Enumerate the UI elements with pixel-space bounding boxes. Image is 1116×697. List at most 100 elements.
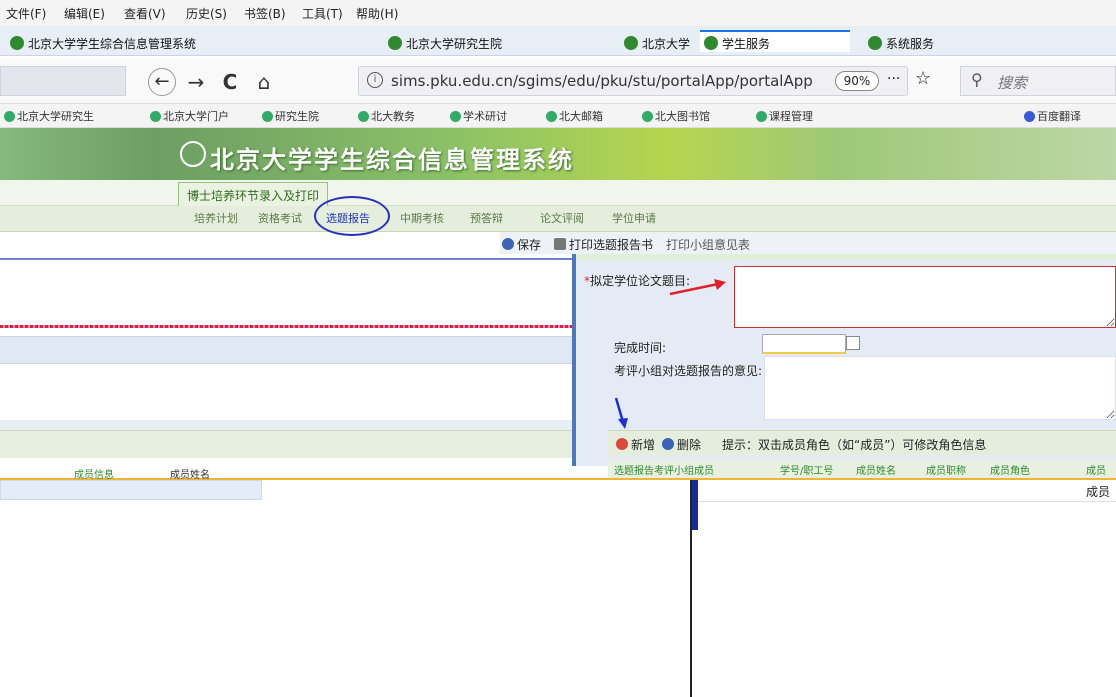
annotation-arrow-icon xyxy=(614,397,628,429)
menu-history[interactable]: 历史(S) xyxy=(186,5,227,22)
menu-view[interactable]: 查看(V) xyxy=(124,5,166,22)
menu-file[interactable]: 文件(F) xyxy=(6,5,46,22)
thesis-title-field[interactable] xyxy=(734,266,1116,328)
bookmark[interactable]: 北大教务 xyxy=(358,108,415,124)
column-header[interactable]: 成员角色 xyxy=(990,462,1030,477)
tab-5[interactable]: 系统服务 xyxy=(864,32,1064,54)
tab-4[interactable]: 学生服务 xyxy=(700,30,850,52)
table-row[interactable] xyxy=(0,480,262,500)
section-band xyxy=(0,336,608,364)
tab-label: 北京大学 xyxy=(642,37,691,51)
tab-label: 系统服务 xyxy=(886,37,935,51)
column-header[interactable]: 选题报告考评小组成员 xyxy=(614,462,714,477)
remove-icon xyxy=(662,438,674,450)
tab-label: 学生服务 xyxy=(722,37,771,51)
app-title: 北京大学学生综合信息管理系统 xyxy=(210,145,574,174)
app-banner: 北京大学学生综合信息管理系统 xyxy=(0,128,1116,180)
star-icon[interactable]: ☆ xyxy=(915,68,931,89)
site-icon xyxy=(704,36,718,50)
menu-edit[interactable]: 编辑(E) xyxy=(64,5,105,22)
search-icon: ⚲ xyxy=(971,70,983,89)
opinion-label: 考评小组对选题报告的意见: xyxy=(614,364,763,378)
print-opinion-button[interactable]: 打印小组意见表 xyxy=(666,236,750,253)
bookmark[interactable]: 北京大学门户 xyxy=(150,108,229,124)
opinion-field[interactable] xyxy=(764,356,1116,420)
add-member-button[interactable]: 新增 xyxy=(616,436,655,453)
module-bar: 博士培养环节录入及打印 xyxy=(0,180,1116,206)
column-header[interactable]: 成员信息 xyxy=(74,466,114,481)
subtab-predefense[interactable]: 预答辩 xyxy=(470,210,503,226)
site-icon xyxy=(624,36,638,50)
column-header[interactable]: 成员 xyxy=(1086,462,1106,477)
tab-label: 北京大学研究生院 xyxy=(406,37,503,51)
back-button[interactable]: ← xyxy=(148,68,176,96)
annotation-circle xyxy=(314,196,390,236)
column-header[interactable]: 成员姓名 xyxy=(856,462,896,477)
menu-bar: 文件(F) 编辑(E) 查看(V) 历史(S) 书签(B) 工具(T) 帮助(H… xyxy=(0,0,1116,26)
tab-bar: 北京大学学生综合信息管理系统 北京大学研究生院 北京大学 学生服务 系统服务 xyxy=(0,26,1116,56)
bookmark[interactable]: 研究生院 xyxy=(262,108,319,124)
subtab-bar: 培养计划 资格考试 选题报告 中期考核 预答辩 论文评阅 学位申请 xyxy=(0,196,1116,236)
print-report-button[interactable]: 打印选题报告书 xyxy=(554,236,653,253)
subtab-midterm[interactable]: 中期考核 xyxy=(400,210,444,226)
search-input[interactable]: ⚲ 搜索 xyxy=(960,66,1116,96)
site-icon xyxy=(868,36,882,50)
save-icon xyxy=(502,238,514,250)
divider xyxy=(0,325,572,328)
sidebar-toggle[interactable] xyxy=(0,66,126,96)
bookmark[interactable]: 学术研讨 xyxy=(450,108,507,124)
subtab-exam[interactable]: 资格考试 xyxy=(258,210,302,226)
menu-tools[interactable]: 工具(T) xyxy=(302,5,343,22)
save-button[interactable]: 保存 xyxy=(502,236,541,253)
site-icon xyxy=(10,36,24,50)
home-button[interactable]: ⌂ xyxy=(250,68,278,96)
url-bar[interactable]: i sims.pku.edu.cn/sgims/edu/pku/stu/port… xyxy=(358,66,931,96)
menu-help[interactable]: 帮助(H) xyxy=(356,5,398,22)
bookmark[interactable]: 北京大学研究生 xyxy=(4,108,94,124)
subtab-review[interactable]: 论文评阅 xyxy=(540,210,584,226)
divider xyxy=(0,258,572,260)
menu-bookmarks[interactable]: 书签(B) xyxy=(244,5,286,22)
grid-header: 成员信息 成员姓名 xyxy=(0,466,690,481)
info-icon[interactable]: i xyxy=(367,72,383,88)
forward-button[interactable]: → xyxy=(182,68,210,96)
calendar-icon[interactable] xyxy=(846,336,860,350)
university-logo-icon xyxy=(180,141,206,167)
section-band xyxy=(0,420,608,430)
bookmark[interactable]: 课程管理 xyxy=(756,108,813,124)
url-text: sims.pku.edu.cn/sgims/edu/pku/stu/portal… xyxy=(391,72,813,90)
member-grid-header: 选题报告考评小组成员 学号/职工号 成员姓名 成员职称 成员角色 成员 xyxy=(608,460,1116,480)
search-placeholder: 搜索 xyxy=(997,74,1028,92)
subtab-plan[interactable]: 培养计划 xyxy=(194,210,238,226)
add-icon xyxy=(616,438,628,450)
table-row[interactable]: 成员 xyxy=(698,480,1116,502)
form-toolbar: 保存 打印选题报告书 打印小组意见表 xyxy=(500,232,1116,254)
printer-icon xyxy=(554,238,566,250)
member-toolbar: 新增 删除 提示：双击成员角色（如“成员”）可修改角色信息 xyxy=(608,430,1116,456)
more-icon[interactable]: ··· xyxy=(887,71,900,87)
subtab-degree[interactable]: 学位申请 xyxy=(612,210,656,226)
site-icon xyxy=(388,36,402,50)
column-header[interactable]: 学号/职工号 xyxy=(780,462,833,477)
column-header[interactable]: 成员职称 xyxy=(926,462,966,477)
completion-time-label: 完成时间: xyxy=(614,341,667,355)
form-header-strip xyxy=(576,254,1116,260)
section-band xyxy=(0,430,608,458)
bookmark[interactable]: 北大邮箱 xyxy=(546,108,603,124)
member-role-cell[interactable]: 成员 xyxy=(1086,483,1110,500)
bookmarks-bar: 北京大学研究生 北京大学门户 研究生院 北大教务 学术研讨 北大邮箱 北大图书馆… xyxy=(0,104,1116,128)
bookmark[interactable]: 北大图书馆 xyxy=(642,108,710,124)
tab-module[interactable]: 博士培养环节录入及打印 xyxy=(178,182,329,206)
tab-1[interactable]: 北京大学学生综合信息管理系统 xyxy=(6,32,376,54)
delete-member-button[interactable]: 删除 xyxy=(662,436,701,453)
tab-2[interactable]: 北京大学研究生院 xyxy=(384,32,614,54)
reload-button[interactable]: C xyxy=(216,68,244,96)
annotation-arrow-icon xyxy=(669,279,726,296)
zoom-level[interactable]: 90% xyxy=(835,71,879,91)
column-header[interactable]: 成员姓名 xyxy=(170,466,210,481)
nav-toolbar: ← → C ⌂ i sims.pku.edu.cn/sgims/edu/pku/… xyxy=(0,58,1116,104)
tab-label: 北京大学学生综合信息管理系统 xyxy=(28,37,197,51)
bookmark[interactable]: 百度翻译 xyxy=(1024,108,1081,124)
completion-time-field[interactable] xyxy=(762,334,846,354)
hint-text: 提示：双击成员角色（如“成员”）可修改角色信息 xyxy=(722,438,987,452)
